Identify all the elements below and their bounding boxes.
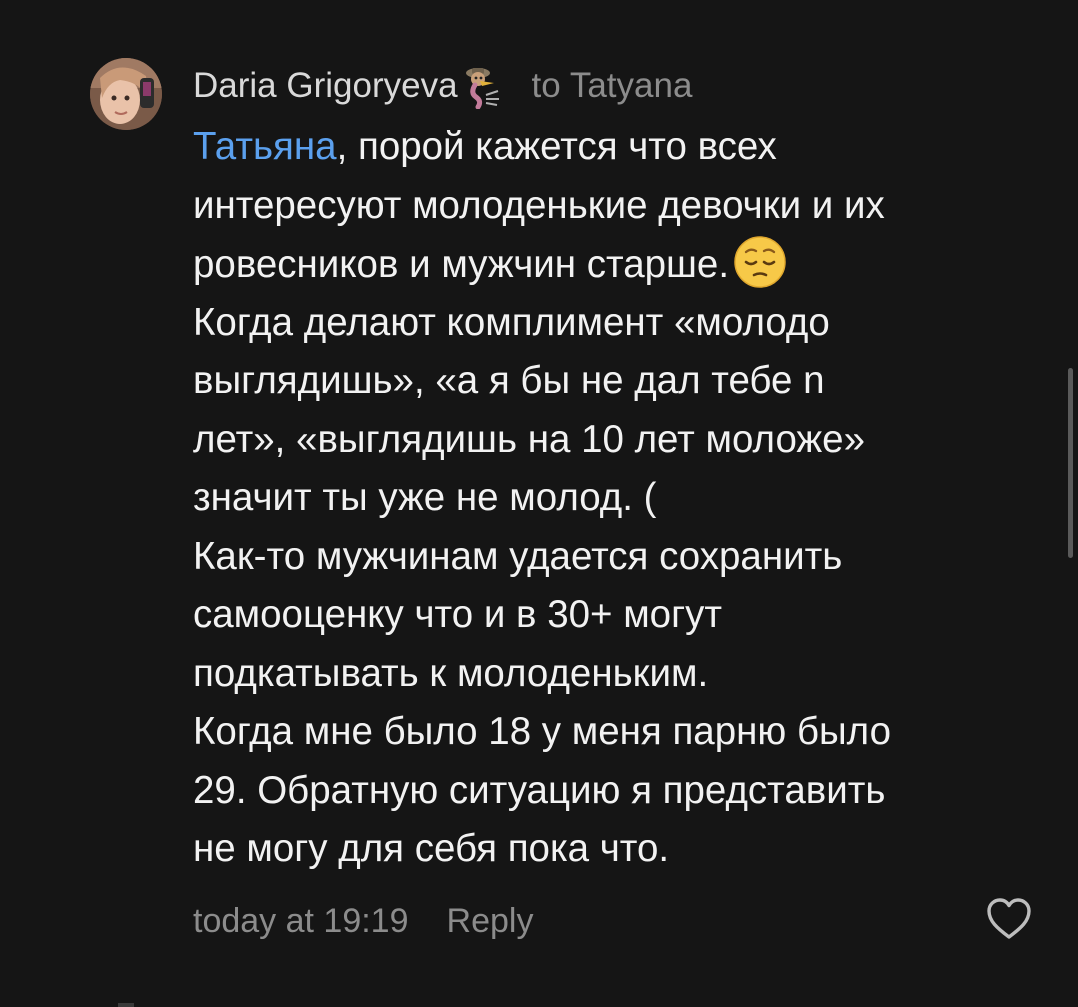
comment: Daria Grigoryeva to Tatyana Татьяна, пор…	[0, 0, 1078, 1007]
comment-text: Как-то мужчинам удается сохранить	[193, 534, 843, 578]
comment-footer: today at 19:19 Reply	[193, 896, 533, 946]
timestamp: today at 19:19	[193, 901, 409, 940]
like-button[interactable]	[985, 897, 1033, 941]
scrollbar[interactable]	[1068, 368, 1073, 558]
comment-body: Татьяна, порой кажется что всех интересу…	[193, 118, 1043, 879]
comment-line: Как-то мужчинам удается сохранить	[193, 528, 1043, 587]
pensive-face-icon	[734, 236, 786, 288]
avatar[interactable]	[90, 58, 162, 130]
comment-text: значит ты уже не молод. (	[193, 476, 657, 519]
comment-header: Daria Grigoryeva to Tatyana	[193, 62, 692, 110]
comment-line: 29. Обратную ситуацию я представить	[193, 762, 1043, 821]
comment-text: интересуют молоденькие девочки и их	[193, 183, 885, 227]
comment-text: выглядишь», «а я бы не дал тебе n	[193, 359, 825, 402]
heart-outline-icon	[987, 898, 1031, 939]
divider	[118, 1003, 134, 1007]
comment-line: Татьяна, порой кажется что всех	[193, 118, 1043, 177]
avatar-image	[90, 58, 162, 130]
comment-text: 29. Обратную ситуацию я представить	[193, 768, 886, 812]
comment-line: интересуют молоденькие девочки и их	[193, 177, 1043, 236]
comment-text: самооценку что и в 30+ могут	[193, 593, 722, 636]
comment-line: лет», «выглядишь на 10 лет моложе»	[193, 411, 1043, 470]
comment-line: значит ты уже не молод. (	[193, 469, 1043, 528]
ostrich-badge-icon	[465, 68, 499, 109]
comment-text: Когда делают комплимент «молодо	[193, 300, 830, 344]
reply-button[interactable]: Reply	[447, 902, 534, 941]
comment-line: самооценку что и в 30+ могут	[193, 586, 1043, 645]
mention-link[interactable]: Татьяна	[193, 125, 337, 168]
reply-to-label[interactable]: to Tatyana	[532, 66, 693, 106]
comment-line: Когда делают комплимент «молодо	[193, 294, 1043, 353]
author-name[interactable]: Daria Grigoryeva	[193, 66, 458, 106]
comment-line: подкатывать к молоденьким.	[193, 645, 1043, 704]
comment-text: , порой кажется что всех	[336, 125, 777, 168]
comment-line: выглядишь», «а я бы не дал тебе n	[193, 352, 1043, 411]
comment-text: подкатывать к молоденьким.	[193, 651, 709, 695]
comment-text: лет», «выглядишь на 10 лет моложе»	[193, 417, 866, 461]
comment-line: ровесников и мужчин старше.	[193, 235, 1043, 294]
comment-text: Когда мне было 18 у меня парню было	[193, 710, 891, 753]
comment-text: ровесников и мужчин старше.	[193, 243, 730, 286]
comment-line: не могу для себя пока что.	[193, 820, 1043, 879]
comment-text: не могу для себя пока что.	[193, 827, 670, 870]
comment-line: Когда мне было 18 у меня парню было	[193, 703, 1043, 762]
